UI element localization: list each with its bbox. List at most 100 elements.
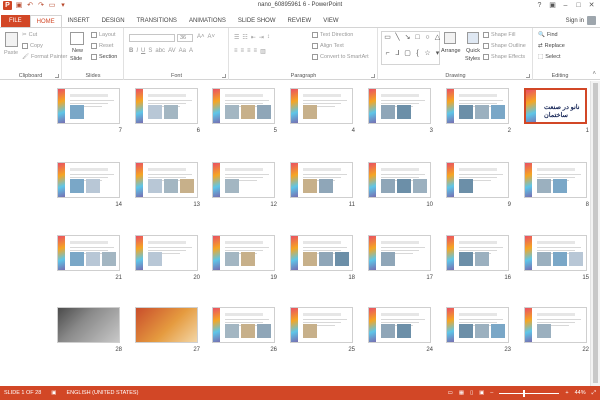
grow-font-icon[interactable]: A˄ bbox=[197, 34, 205, 40]
shape-star-icon[interactable]: ☆ bbox=[423, 49, 432, 64]
slide-thumbnail-2[interactable] bbox=[446, 88, 509, 124]
reading-view-icon[interactable]: ▯ bbox=[470, 386, 473, 400]
font-name-field[interactable] bbox=[129, 34, 175, 42]
slide-thumbnail-23[interactable] bbox=[446, 307, 509, 343]
sign-in[interactable]: Sign in bbox=[566, 16, 596, 25]
section-button[interactable]: Section bbox=[91, 54, 117, 60]
decrease-indent-icon[interactable]: ⇤ bbox=[251, 34, 256, 41]
shapes-gallery[interactable]: ▭ ╲ ↘ □ ○ △ ⌐ ⅃ ▢ { ☆ ▾ bbox=[381, 31, 440, 65]
language-indicator[interactable]: ENGLISH (UNITED STATES) bbox=[67, 386, 139, 400]
convert-smartart-button[interactable]: Convert to SmartArt bbox=[312, 54, 369, 60]
shape-oval-icon[interactable]: ○ bbox=[423, 33, 432, 48]
quick-styles-label-2[interactable]: Styles bbox=[465, 56, 480, 62]
fit-slide-icon[interactable]: ⤢ bbox=[592, 386, 596, 400]
align-center-icon[interactable]: ≡ bbox=[241, 48, 245, 55]
shape-brace-icon[interactable]: { bbox=[413, 49, 422, 64]
shape-fill-button[interactable]: Shape Fill bbox=[483, 32, 515, 38]
select-button[interactable]: ⬚ Select bbox=[538, 54, 561, 60]
reset-button[interactable]: Reset bbox=[91, 43, 113, 49]
align-left-icon[interactable]: ≡ bbox=[234, 48, 238, 55]
slide-thumbnail-12[interactable] bbox=[212, 162, 275, 198]
clipboard-launcher-icon[interactable] bbox=[55, 74, 59, 78]
columns-icon[interactable]: ▥ bbox=[260, 48, 266, 55]
underline-icon[interactable]: U bbox=[141, 48, 145, 54]
shape-arrow-icon[interactable]: ↘ bbox=[403, 33, 412, 48]
avatar[interactable] bbox=[587, 16, 596, 25]
slide-thumbnail-28[interactable] bbox=[57, 307, 120, 343]
slide-thumbnail-17[interactable] bbox=[368, 235, 431, 271]
slide-thumbnail-26[interactable] bbox=[212, 307, 275, 343]
replace-button[interactable]: ⇄ Replace bbox=[538, 43, 565, 49]
help-icon[interactable]: ? bbox=[533, 0, 546, 11]
increase-indent-icon[interactable]: ⇥ bbox=[259, 34, 264, 41]
shape-elbow-icon[interactable]: ⅃ bbox=[393, 49, 402, 64]
font-color-icon[interactable]: A bbox=[189, 48, 193, 54]
minimize-icon[interactable]: – bbox=[559, 0, 572, 11]
slide-thumbnail-4[interactable] bbox=[290, 88, 353, 124]
slide-thumbnail-3[interactable] bbox=[368, 88, 431, 124]
drawing-launcher-icon[interactable] bbox=[526, 74, 530, 78]
zoom-level[interactable]: 44% bbox=[575, 386, 586, 400]
zoom-slider[interactable] bbox=[499, 389, 560, 397]
slide-thumbnail-8[interactable] bbox=[524, 162, 587, 198]
vertical-scrollbar[interactable] bbox=[590, 81, 600, 386]
normal-view-icon[interactable]: ▭ bbox=[448, 386, 453, 400]
shrink-font-icon[interactable]: A˅ bbox=[208, 34, 216, 40]
slide-thumbnail-9[interactable] bbox=[446, 162, 509, 198]
slide-thumbnail-21[interactable] bbox=[57, 235, 120, 271]
shape-outline-button[interactable]: Shape Outline bbox=[483, 43, 526, 49]
sign-in-label[interactable]: Sign in bbox=[566, 18, 584, 24]
slide-thumbnail-10[interactable] bbox=[368, 162, 431, 198]
copy-button[interactable]: Copy bbox=[22, 43, 43, 49]
shape-rect-icon[interactable]: □ bbox=[413, 33, 422, 48]
text-direction-button[interactable]: Text Direction bbox=[312, 32, 353, 38]
font-launcher-icon[interactable] bbox=[222, 74, 226, 78]
justify-icon[interactable]: ≡ bbox=[254, 48, 258, 55]
change-case-icon[interactable]: Aa bbox=[179, 48, 186, 54]
slide-thumbnail-19[interactable] bbox=[212, 235, 275, 271]
new-slide-icon[interactable] bbox=[70, 32, 84, 45]
new-slide-button[interactable]: New bbox=[72, 48, 83, 54]
align-right-icon[interactable]: ≡ bbox=[247, 48, 251, 55]
shadow-icon[interactable]: S bbox=[148, 48, 152, 54]
scrollbar-thumb[interactable] bbox=[593, 83, 598, 383]
line-spacing-icon[interactable]: ↕ bbox=[267, 34, 270, 41]
slide-thumbnail-11[interactable] bbox=[290, 162, 353, 198]
new-slide-label-2[interactable]: Slide bbox=[70, 56, 82, 62]
slide-thumbnail-15[interactable] bbox=[524, 235, 587, 271]
paragraph-launcher-icon[interactable] bbox=[371, 74, 375, 78]
layout-button[interactable]: Layout bbox=[91, 32, 116, 38]
shape-triangle-icon[interactable]: △ bbox=[433, 33, 442, 48]
slide-thumbnail-1[interactable]: نانو در صنعت ساختمان bbox=[524, 88, 587, 124]
slide-thumbnail-27[interactable] bbox=[135, 307, 198, 343]
slideshow-view-icon[interactable]: ▣ bbox=[479, 386, 484, 400]
slide-thumbnail-22[interactable] bbox=[524, 307, 587, 343]
bullets-icon[interactable]: ☰ bbox=[234, 34, 239, 41]
close-icon[interactable]: ✕ bbox=[585, 0, 598, 11]
char-spacing-icon[interactable]: AV bbox=[168, 48, 176, 54]
bold-icon[interactable]: B bbox=[129, 48, 133, 54]
paste-icon[interactable] bbox=[5, 32, 18, 47]
shape-effects-button[interactable]: Shape Effects bbox=[483, 54, 525, 60]
maximize-icon[interactable]: □ bbox=[572, 0, 585, 11]
slide-thumbnail-16[interactable] bbox=[446, 235, 509, 271]
slide-sorter-view-icon[interactable]: ▦ bbox=[459, 386, 464, 400]
slide-thumbnail-25[interactable] bbox=[290, 307, 353, 343]
shape-connector-icon[interactable]: ⌐ bbox=[383, 49, 392, 64]
zoom-in-icon[interactable]: + bbox=[565, 386, 568, 400]
spellcheck-icon[interactable]: ▣ bbox=[51, 386, 56, 400]
quick-styles-icon[interactable] bbox=[467, 32, 479, 44]
slide-thumbnail-13[interactable] bbox=[135, 162, 198, 198]
cut-button[interactable]: ✂ Cut bbox=[22, 32, 37, 38]
arrange-icon[interactable] bbox=[444, 32, 456, 44]
slide-thumbnail-5[interactable] bbox=[212, 88, 275, 124]
slide-thumbnail-14[interactable] bbox=[57, 162, 120, 198]
zoom-slider-knob[interactable] bbox=[523, 389, 526, 397]
font-size-field[interactable]: 36 bbox=[177, 34, 193, 42]
shape-textbox-icon[interactable]: ▭ bbox=[383, 33, 392, 48]
slide-thumbnail-7[interactable] bbox=[57, 88, 120, 124]
paste-button[interactable]: Paste bbox=[4, 50, 18, 56]
numbering-icon[interactable]: ☷ bbox=[242, 34, 247, 41]
align-text-button[interactable]: Align Text bbox=[312, 43, 344, 49]
shape-rounded-icon[interactable]: ▢ bbox=[403, 49, 412, 64]
